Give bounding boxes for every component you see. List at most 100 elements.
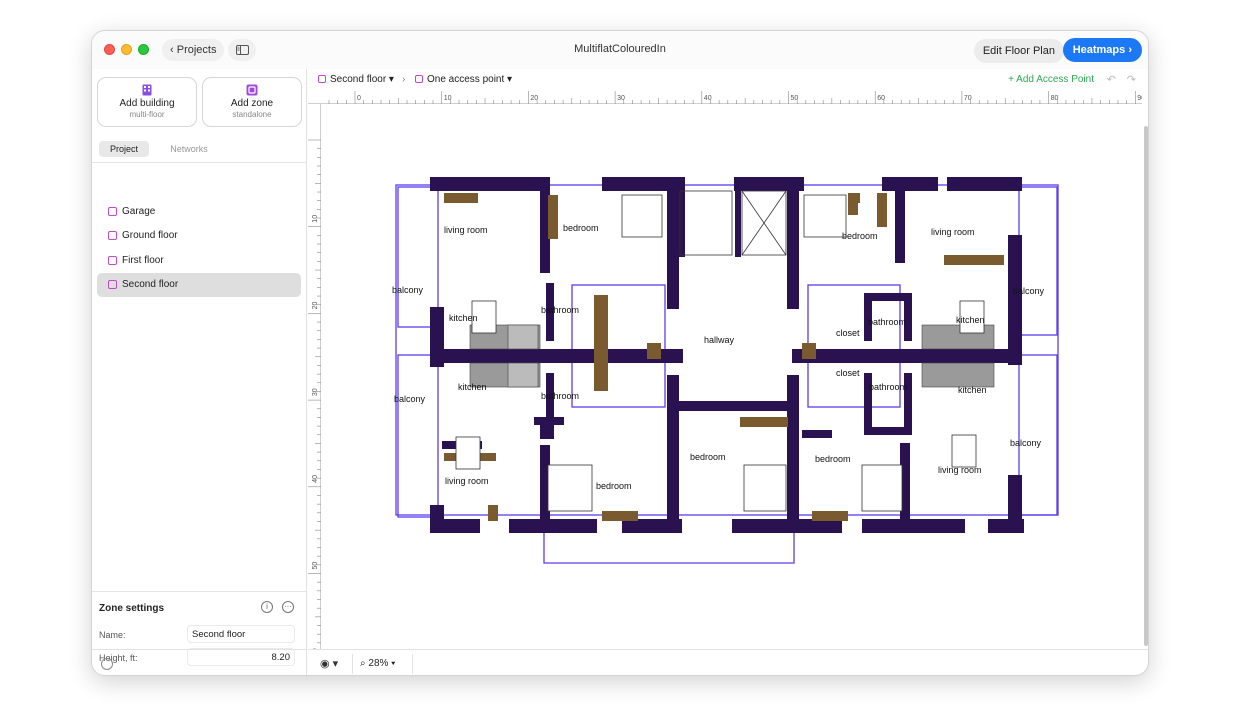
room-label: bathroom [541,391,579,401]
plus-icon: + [1008,74,1017,85]
ruler-top-label: 0 [357,95,361,102]
room-label: bedroom [815,454,851,464]
visibility-toggle[interactable]: ◉ ▾ [320,657,338,670]
zoom-value: 28% [368,658,389,669]
title-bar: ‹ Projects MultiflatColouredIn Edit Floo… [92,31,1148,69]
tab-project[interactable]: Project [99,141,149,157]
chevron-left-icon: ‹ [170,44,177,56]
ruler-left-label: 20 [312,302,319,310]
divider [92,591,306,592]
canvas-bottom-bar: ◉ ▾ ⌕ 28% ▾ [308,649,1148,675]
ruler-left-label: 10 [312,215,319,223]
zone-label: First floor [122,255,164,266]
room-label: living room [445,476,489,486]
add-zone-button[interactable]: Add zone standalone [202,77,302,127]
vertical-scrollbar[interactable] [1144,126,1148,646]
room-label: kitchen [958,385,987,395]
zone-item-garage[interactable]: Garage [97,200,301,224]
room-label: balcony [392,285,424,295]
chevron-down-icon[interactable] [101,658,113,670]
zone-item-ground-floor[interactable]: Ground floor [97,224,301,248]
ruler-top-label: 20 [530,95,538,102]
app-window: ‹ Projects MultiflatColouredIn Edit Floo… [91,30,1149,676]
room-label: bathroom [541,305,579,315]
ruler-left-ticks: 102030405060 [308,139,321,656]
breadcrumb-zone-label: Second floor [330,74,387,85]
ruler-top-label: 30 [617,95,625,102]
zone-item-second-floor[interactable]: Second floor [97,273,301,297]
ruler-top-ticks: 0 10 20 30 40 50 60 70 80 90 [328,91,1145,104]
close-window-button[interactable] [104,44,115,55]
divider [92,162,306,163]
room-label: living room [931,227,975,237]
ruler-top-label: 70 [964,95,972,102]
edit-floor-plan-button[interactable]: Edit Floor Plan [973,39,1064,63]
zone-icon [108,207,117,216]
room-label: kitchen [458,382,487,392]
sidebar-toggle-button[interactable] [228,39,256,61]
room-label: bathroom [868,317,906,327]
room-label: bathroom [869,382,907,392]
sidebar: Add building multi-floor Add zone standa… [92,69,307,675]
ruler-top-label: 80 [1051,95,1059,102]
redo-icon[interactable]: ↷ [1127,73,1136,86]
zone-icon [318,75,326,83]
room-label: hallway [704,335,735,345]
ruler-top-label: 60 [877,95,885,102]
back-to-projects-button[interactable]: ‹ Projects [162,39,225,61]
divider [352,654,353,674]
zoom-control[interactable]: ⌕ 28% ▾ [360,658,395,669]
ruler-top: 0 10 20 30 40 50 60 70 80 90 [308,91,1145,104]
access-point-icon [415,75,423,83]
ruler-top-label: 50 [791,95,799,102]
zone-name-field[interactable]: Second floor [187,625,295,643]
zone-item-first-floor[interactable]: First floor [97,249,301,273]
add-building-label: Add building [119,98,175,109]
minimize-window-button[interactable] [121,44,132,55]
breadcrumb-zone[interactable]: Second floor ▾ [318,74,394,85]
zone-label: Second floor [122,279,179,290]
ruler-left-label: 40 [312,475,319,483]
ruler-top-label: 40 [704,95,712,102]
ruler-left: 102030405060 [308,104,321,656]
floorplan-canvas[interactable]: living room bedroom balcony kitchen bathroom… [322,105,1142,649]
zone-icon [108,231,117,240]
divider [412,654,413,674]
zone-icon [108,280,117,289]
heatmaps-label: Heatmaps [1072,44,1126,56]
room-label: balcony [394,394,426,404]
room-label: balcony [1013,286,1045,296]
zoom-window-button[interactable] [138,44,149,55]
room-label: kitchen [956,315,985,325]
breadcrumb-access-point[interactable]: One access point ▾ [415,74,512,85]
room-label: bedroom [690,452,726,462]
room-label: living room [444,225,488,235]
zone-icon [108,256,117,265]
zone-name-label: Name: [99,630,126,640]
back-label: Projects [176,44,217,56]
ruler-top-label: 10 [444,95,452,102]
more-icon[interactable]: ··· [282,601,294,613]
heatmaps-button[interactable]: Heatmaps › [1062,38,1142,62]
floor-plan: living room bedroom balcony kitchen bathroom… [392,177,1059,564]
canvas-toolbar: Second floor ▾ › One access point ▾ + Ad… [308,69,1148,91]
add-zone-sub: standalone [232,110,272,119]
add-ap-label: Add Access Point [1016,74,1094,85]
add-building-button[interactable]: Add building multi-floor [97,77,197,127]
zone-icon [246,84,258,96]
add-zone-label: Add zone [230,98,274,109]
breadcrumb-ap-label: One access point [427,74,505,85]
room-label: closet [836,368,860,378]
undo-icon[interactable]: ↶ [1107,73,1116,86]
room-label: bedroom [563,223,599,233]
add-access-point-button[interactable]: + Add Access Point [1008,74,1094,85]
building-icon [142,84,152,96]
room-label: bedroom [842,231,878,241]
info-icon[interactable]: i [261,601,273,613]
sidebar-footer [92,649,307,675]
zone-label: Ground floor [122,230,178,241]
room-label: closet [836,328,860,338]
ruler-left-label: 30 [312,388,319,396]
ruler-left-label: 50 [312,562,319,570]
tab-networks[interactable]: Networks [159,141,219,157]
